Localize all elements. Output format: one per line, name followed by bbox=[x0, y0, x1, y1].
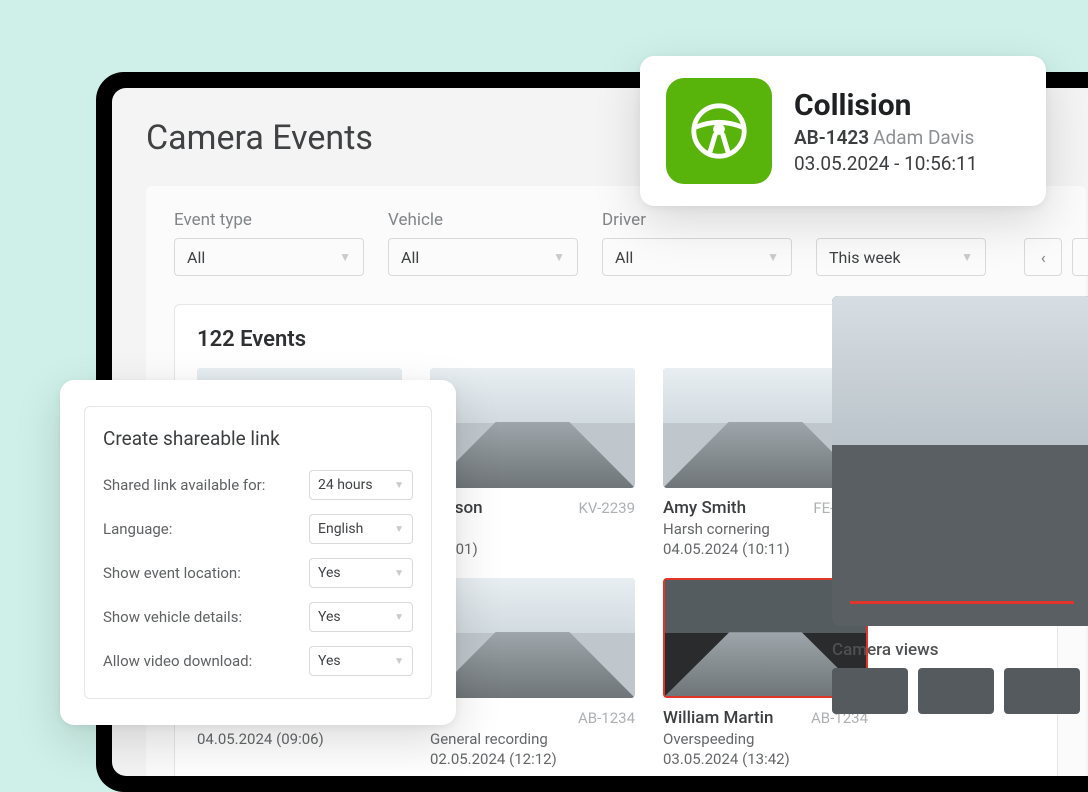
share-setting-row: Show vehicle details: Yes▼ bbox=[103, 602, 413, 632]
filter-period-label bbox=[816, 210, 986, 230]
event-datetime: 03.05.2024 (13:42) bbox=[663, 750, 868, 768]
chevron-down-icon: ▼ bbox=[767, 250, 779, 264]
event-type-label: General recording bbox=[430, 730, 635, 748]
share-setting-select[interactable]: Yes▼ bbox=[309, 602, 413, 632]
share-setting-row: Show event location: Yes▼ bbox=[103, 558, 413, 588]
camera-view-thumb[interactable] bbox=[1004, 668, 1080, 714]
chevron-left-icon: ‹ bbox=[1041, 248, 1046, 267]
chevron-down-icon: ▼ bbox=[553, 250, 565, 264]
event-datetime: 02.05.2024 (12:12) bbox=[430, 750, 635, 768]
share-setting-select[interactable]: Yes▼ bbox=[309, 558, 413, 588]
filter-event-type-select[interactable]: All▼ bbox=[174, 238, 364, 276]
event-card[interactable]: dersonKV-2239ng(14:01) bbox=[430, 368, 635, 558]
event-datetime: 04.05.2024 (09:06) bbox=[197, 730, 402, 748]
filter-vehicle-label: Vehicle bbox=[388, 210, 578, 230]
share-link-card: Create shareable link Shared link availa… bbox=[60, 380, 456, 725]
period-next-button[interactable]: › bbox=[1072, 238, 1088, 276]
event-info-card: Collision AB-1423Adam Davis 03.05.2024 -… bbox=[640, 56, 1046, 206]
share-setting-label: Language: bbox=[103, 520, 172, 538]
event-detail-video[interactable] bbox=[832, 296, 1088, 626]
event-thumb[interactable] bbox=[430, 578, 635, 698]
camera-views-label: Camera views bbox=[832, 640, 1088, 660]
event-driver-name: William Martin bbox=[663, 708, 773, 728]
share-link-title: Create shareable link bbox=[103, 427, 413, 450]
event-thumb[interactable] bbox=[430, 368, 635, 488]
chevron-down-icon: ▼ bbox=[394, 524, 404, 535]
share-setting-row: Language: English▼ bbox=[103, 514, 413, 544]
event-datetime: (14:01) bbox=[430, 540, 635, 558]
chevron-down-icon: ▼ bbox=[394, 656, 404, 667]
filter-period-select[interactable]: This week▼ bbox=[816, 238, 986, 276]
share-setting-select[interactable]: Yes▼ bbox=[309, 646, 413, 676]
share-setting-row: Allow video download: Yes▼ bbox=[103, 646, 413, 676]
filter-event-type-label: Event type bbox=[174, 210, 364, 230]
info-vehicle-driver: AB-1423Adam Davis bbox=[794, 126, 977, 149]
event-vehicle-tag: AB-1234 bbox=[578, 709, 635, 727]
chevron-down-icon: ▼ bbox=[394, 568, 404, 579]
filter-driver-label: Driver bbox=[602, 210, 792, 230]
share-setting-label: Allow video download: bbox=[103, 652, 252, 670]
chevron-down-icon: ▼ bbox=[394, 480, 404, 491]
event-driver-name: Amy Smith bbox=[663, 498, 746, 518]
period-prev-button[interactable]: ‹ bbox=[1024, 238, 1062, 276]
share-setting-label: Show event location: bbox=[103, 564, 241, 582]
camera-view-thumb[interactable] bbox=[918, 668, 994, 714]
event-type-label: ng bbox=[430, 520, 635, 538]
info-datetime: 03.05.2024 - 10:56:11 bbox=[794, 152, 977, 175]
steering-wheel-icon bbox=[666, 78, 772, 184]
share-setting-select[interactable]: 24 hours▼ bbox=[309, 470, 413, 500]
filter-bar: Event type All▼ Vehicle All▼ Driver All▼ bbox=[174, 210, 1058, 276]
event-detail-pane: Camera views bbox=[832, 296, 1088, 714]
share-setting-label: Show vehicle details: bbox=[103, 608, 242, 626]
camera-view-thumb[interactable] bbox=[832, 668, 908, 714]
event-type-label: Overspeeding bbox=[663, 730, 868, 748]
chevron-down-icon: ▼ bbox=[339, 250, 351, 264]
filter-driver-select[interactable]: All▼ bbox=[602, 238, 792, 276]
video-progress-bar[interactable] bbox=[850, 601, 1074, 604]
chevron-down-icon: ▼ bbox=[961, 250, 973, 264]
share-setting-select[interactable]: English▼ bbox=[309, 514, 413, 544]
event-card[interactable]: isAB-1234General recording02.05.2024 (12… bbox=[430, 578, 635, 768]
share-setting-row: Shared link available for: 24 hours▼ bbox=[103, 470, 413, 500]
event-vehicle-tag: KV-2239 bbox=[578, 499, 635, 517]
info-event-title: Collision bbox=[794, 88, 977, 123]
share-setting-label: Shared link available for: bbox=[103, 476, 265, 494]
chevron-down-icon: ▼ bbox=[394, 612, 404, 623]
filter-vehicle-select[interactable]: All▼ bbox=[388, 238, 578, 276]
